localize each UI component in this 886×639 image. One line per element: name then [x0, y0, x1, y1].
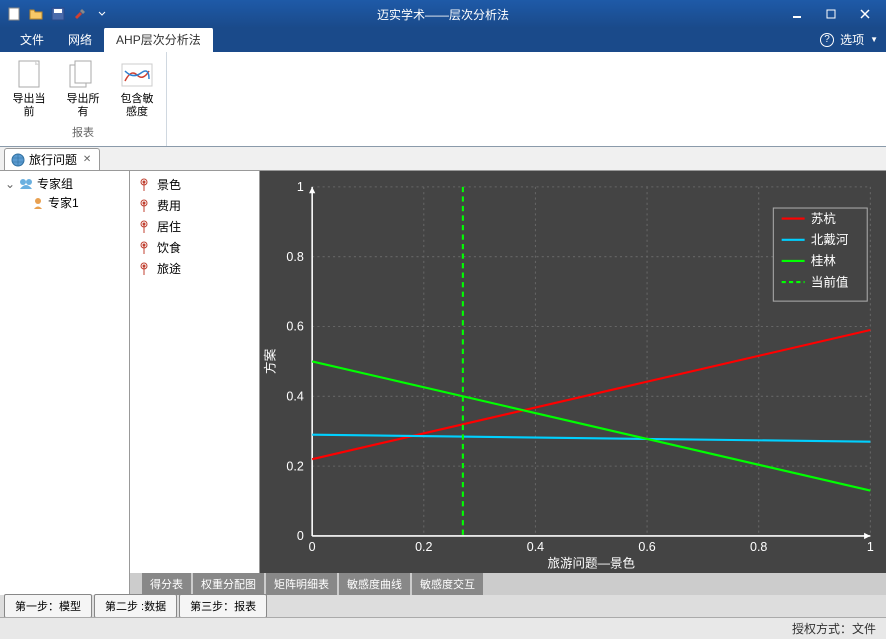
close-button[interactable] [848, 4, 882, 24]
person-icon [31, 196, 45, 210]
tree-child-label: 专家1 [48, 194, 79, 211]
svg-text:0: 0 [297, 529, 304, 543]
step-tabs: 第一步：模型 第二步 :数据 第三步：报表 [0, 595, 886, 617]
options-label[interactable]: 选项 [840, 31, 864, 48]
chevron-down-icon[interactable]: ⌄ [5, 177, 15, 191]
help-icon[interactable]: ? [820, 33, 834, 47]
status-text: 授权方式：文件 [792, 620, 876, 637]
tree-root-label: 专家组 [37, 175, 73, 192]
subtab-sens-interact[interactable]: 敏感度交互 [412, 573, 483, 595]
criteria-item[interactable]: 费用 [133, 195, 256, 216]
sensitivity-chart[interactable]: 0 0.2 0.4 0.6 0.8 1 0 0.2 0.4 0.6 0.8 1 旅游问题—景色 方案 苏杭北… [260, 171, 886, 573]
svg-text:0.6: 0.6 [286, 320, 303, 334]
subtab-weight[interactable]: 权重分配图 [193, 573, 264, 595]
svg-text:0.4: 0.4 [527, 540, 544, 554]
criteria-item[interactable]: 旅途 [133, 258, 256, 279]
group-icon [18, 177, 34, 191]
ribbon-group-title: 报表 [4, 122, 162, 142]
step-tab-model[interactable]: 第一步：模型 [4, 594, 92, 618]
subtab-matrix[interactable]: 矩阵明细表 [266, 573, 337, 595]
svg-text:方案: 方案 [263, 348, 278, 374]
ribbon-group-report: 导出当前 导出所有 包含敏感度 报表 [0, 52, 167, 146]
save-icon[interactable] [48, 4, 68, 24]
criteria-item[interactable]: 景色 [133, 174, 256, 195]
criteria-panel: 景色 费用 居住 饮食 旅途 [130, 171, 260, 573]
svg-text:0.2: 0.2 [415, 540, 432, 554]
svg-text:桂林: 桂林 [811, 254, 836, 268]
menu-bar: 文件 网络 AHP层次分析法 ? 选项 ▼ [0, 28, 886, 52]
svg-text:0: 0 [309, 540, 316, 554]
new-file-icon[interactable] [4, 4, 24, 24]
step-tab-report[interactable]: 第三步：报表 [179, 594, 267, 618]
document-tab[interactable]: 旅行问题 ✕ [4, 148, 100, 170]
sub-tabs: 得分表 权重分配图 矩阵明细表 敏感度曲线 敏感度交互 [130, 573, 886, 595]
svg-text:当前值: 当前值 [811, 274, 849, 289]
maximize-button[interactable] [814, 4, 848, 24]
criteria-item[interactable]: 居住 [133, 216, 256, 237]
svg-text:0.4: 0.4 [286, 389, 303, 403]
tab-file[interactable]: 文件 [8, 27, 56, 52]
window-controls [780, 4, 882, 24]
svg-text:1: 1 [867, 540, 874, 554]
statusbar: 授权方式：文件 [0, 617, 886, 639]
svg-text:旅游问题—景色: 旅游问题—景色 [547, 556, 635, 571]
antenna-icon [137, 262, 151, 276]
svg-text:北戴河: 北戴河 [811, 233, 849, 247]
minimize-button[interactable] [780, 4, 814, 24]
tab-network[interactable]: 网络 [56, 27, 104, 52]
ribbon: 导出当前 导出所有 包含敏感度 报表 [0, 52, 886, 147]
tools-icon[interactable] [70, 4, 90, 24]
subtab-score[interactable]: 得分表 [142, 573, 191, 595]
antenna-icon [137, 220, 151, 234]
qat-dropdown-icon[interactable] [92, 4, 112, 24]
tab-ahp[interactable]: AHP层次分析法 [104, 27, 213, 52]
chart-area: 0 0.2 0.4 0.6 0.8 1 0 0.2 0.4 0.6 0.8 1 旅游问题—景色 方案 苏杭北… [260, 171, 886, 573]
include-sensitivity-button[interactable]: 包含敏感度 [112, 56, 162, 122]
options-dropdown-icon[interactable]: ▼ [870, 35, 878, 44]
subtab-sens-curve[interactable]: 敏感度曲线 [339, 573, 410, 595]
svg-text:苏杭: 苏杭 [811, 211, 836, 226]
export-current-button[interactable]: 导出当前 [4, 56, 54, 122]
svg-text:0.2: 0.2 [286, 459, 303, 473]
sensitivity-chart-icon [121, 59, 153, 91]
doc-tab-title: 旅行问题 [29, 151, 77, 168]
document-tabs: 旅行问题 ✕ [0, 147, 886, 171]
window-title: 迈实学术——层次分析法 [377, 6, 509, 23]
titlebar: 迈实学术——层次分析法 [0, 0, 886, 28]
tree-root-node[interactable]: ⌄ 专家组 [3, 174, 126, 193]
quick-access-toolbar [4, 4, 112, 24]
svg-text:0.6: 0.6 [638, 540, 655, 554]
document-icon [13, 59, 45, 91]
export-all-button[interactable]: 导出所有 [58, 56, 108, 122]
antenna-icon [137, 199, 151, 213]
documents-icon [67, 59, 99, 91]
doc-tab-close-icon[interactable]: ✕ [81, 154, 93, 166]
tree-panel: ⌄ 专家组 专家1 [0, 171, 130, 595]
antenna-icon [137, 241, 151, 255]
open-folder-icon[interactable] [26, 4, 46, 24]
criteria-item[interactable]: 饮食 [133, 237, 256, 258]
globe-icon [11, 153, 25, 167]
step-tab-data[interactable]: 第二步 :数据 [94, 594, 177, 618]
svg-text:0.8: 0.8 [286, 250, 303, 264]
svg-text:1: 1 [297, 180, 304, 194]
workspace: ⌄ 专家组 专家1 景色 费用 居住 饮食 旅途 00.20.40.60.810… [0, 171, 886, 595]
svg-text:0.8: 0.8 [750, 540, 767, 554]
antenna-icon [137, 178, 151, 192]
tree-child-node[interactable]: 专家1 [3, 193, 126, 212]
